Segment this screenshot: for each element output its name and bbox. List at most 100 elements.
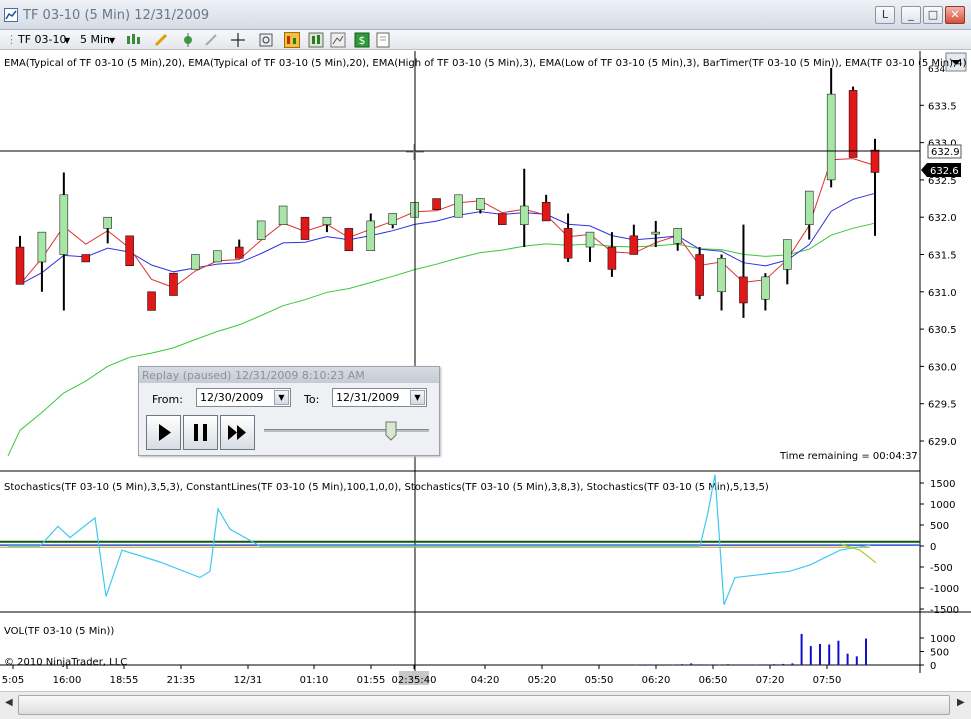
- document-icon[interactable]: [375, 32, 391, 48]
- candle: [695, 247, 704, 300]
- dollar-icon[interactable]: $: [354, 32, 370, 48]
- stochastics-axis-tick: -500: [930, 563, 953, 574]
- time-axis-tick: 05:50: [585, 675, 614, 686]
- chevron-down-icon[interactable]: ▼: [274, 390, 289, 405]
- candle: [651, 220, 661, 248]
- play-icon: [159, 424, 171, 441]
- volume-bar: [819, 643, 821, 665]
- volume-bar: [690, 663, 693, 665]
- link-button[interactable]: L: [875, 6, 895, 24]
- volume-bar: [717, 664, 720, 666]
- strategy-icon[interactable]: [180, 32, 196, 48]
- candle: [717, 254, 726, 311]
- time-axis-tick: 07:50: [813, 675, 842, 686]
- scroll-right-icon[interactable]: ▶: [957, 697, 965, 708]
- horizontal-scrollbar[interactable]: ◀ ▶: [0, 691, 971, 719]
- instrument-selector[interactable]: TF 03-10: [18, 33, 67, 46]
- price-axis-tick: 630.0: [928, 362, 957, 373]
- candle: [432, 198, 441, 210]
- chart-window-icon: [4, 8, 18, 22]
- close-button[interactable]: ✕: [945, 6, 965, 24]
- volume-bar: [635, 664, 637, 666]
- candle: [607, 232, 617, 277]
- candle: [322, 216, 332, 233]
- volume-bar: [837, 640, 840, 665]
- candles-group: [15, 68, 880, 318]
- candle: [629, 224, 639, 255]
- candle: [300, 216, 310, 240]
- chevron-down-icon[interactable]: ▼: [64, 36, 70, 45]
- from-date-field[interactable]: 12/30/2009 ▼: [196, 388, 291, 407]
- candle: [783, 239, 792, 285]
- candle: [147, 291, 156, 311]
- price-axis-tick: 631.0: [928, 288, 957, 299]
- crosshair-icon[interactable]: [230, 32, 246, 48]
- properties-icon[interactable]: [330, 32, 346, 48]
- title-bar: TF 03-10 (5 Min) 12/31/2009 L _ □ ✕: [0, 0, 971, 30]
- time-axis-tick: 5:05: [2, 675, 24, 686]
- candle: [804, 190, 814, 240]
- price-axis-tick: 629.0: [928, 437, 957, 448]
- candle: [37, 231, 47, 292]
- time-axis-tick: 01:10: [300, 675, 329, 686]
- bar-type-icon[interactable]: [125, 32, 141, 48]
- time-axis-tick: 07:20: [756, 675, 785, 686]
- chevron-down-icon[interactable]: ▼: [410, 390, 425, 405]
- time-axis-tick: 21:35: [167, 675, 196, 686]
- price-axis-tick: 632.0: [928, 213, 957, 224]
- zoom-icon[interactable]: [258, 32, 274, 48]
- play-button[interactable]: [146, 415, 181, 450]
- replay-speed-slider-thumb[interactable]: [385, 421, 397, 441]
- time-axis-tick: 01:55: [357, 675, 386, 686]
- from-date-value: 12/30/2009: [200, 391, 264, 404]
- pause-button[interactable]: [183, 415, 218, 450]
- to-date-value: 12/31/2009: [336, 391, 400, 404]
- volume-bar: [855, 656, 858, 665]
- candle: [826, 68, 836, 188]
- replay-speed-slider-track[interactable]: [264, 429, 429, 432]
- to-date-field[interactable]: 12/31/2009 ▼: [332, 388, 427, 407]
- candle: [541, 194, 551, 222]
- volume-bar: [865, 638, 867, 665]
- ruler-icon[interactable]: [203, 32, 219, 48]
- volume-label: VOL(TF 03-10 (5 Min)): [4, 626, 114, 637]
- volume-axis-tick: 500: [930, 648, 949, 659]
- volume-bars: [635, 633, 867, 666]
- last-price-value: 632.6: [930, 166, 959, 177]
- stochastics-axis-tick: 500: [930, 521, 949, 532]
- candle: [191, 254, 200, 270]
- price-axis-tick: 629.5: [928, 400, 957, 411]
- time-axis-tick: 16:00: [53, 675, 82, 686]
- price-axis-tick: 630.5: [928, 325, 957, 336]
- pause-icon: [194, 424, 207, 441]
- scroll-left-icon[interactable]: ◀: [5, 697, 13, 708]
- volume-bar: [773, 664, 775, 666]
- candle: [848, 86, 858, 158]
- pencil-icon[interactable]: [153, 32, 169, 48]
- chart-trader-icon[interactable]: [284, 32, 300, 48]
- candle: [103, 216, 112, 244]
- minimize-button[interactable]: _: [901, 6, 921, 24]
- fast-forward-icon: [228, 425, 246, 440]
- candle: [498, 213, 507, 225]
- volume-bar: [736, 664, 739, 666]
- candle: [278, 205, 288, 225]
- data-box-icon[interactable]: [308, 32, 324, 48]
- maximize-button[interactable]: □: [923, 6, 943, 24]
- scrollbar-thumb[interactable]: [18, 695, 950, 715]
- price-axis-tick: 631.5: [928, 251, 957, 262]
- time-axis-tick: 18:55: [110, 675, 139, 686]
- candle: [81, 254, 91, 263]
- svg-text:$: $: [359, 34, 366, 47]
- time-axis-tick: 06:20: [642, 675, 671, 686]
- interval-selector[interactable]: 5 Min: [80, 33, 110, 46]
- candle: [256, 220, 266, 240]
- volume-bar: [763, 664, 766, 666]
- fast-forward-button[interactable]: [220, 415, 255, 450]
- candle: [234, 239, 244, 259]
- chevron-down-icon[interactable]: ▼: [109, 36, 115, 45]
- candle: [213, 250, 222, 263]
- volume-bar: [809, 646, 812, 665]
- stochastics-axis-tick: 1000: [930, 500, 955, 511]
- window-title: TF 03-10 (5 Min) 12/31/2009: [23, 8, 210, 23]
